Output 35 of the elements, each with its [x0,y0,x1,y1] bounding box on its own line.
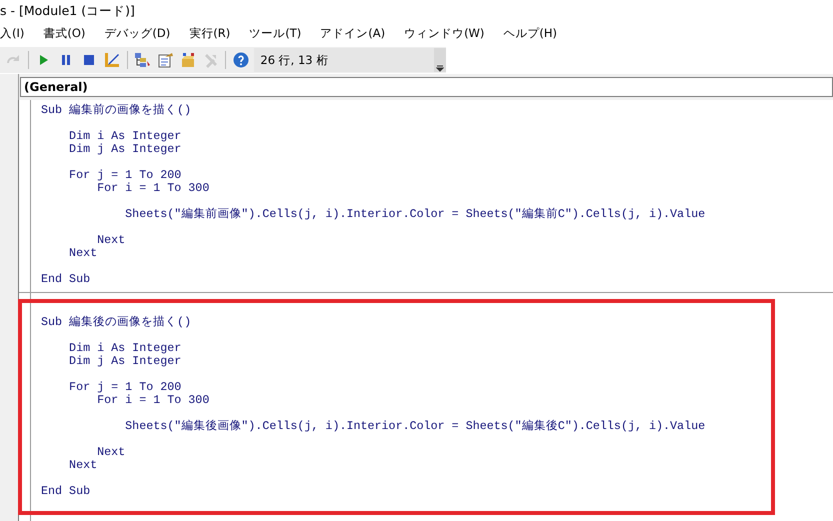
menu-item[interactable]: アドイン(A) [320,25,394,43]
help-icon[interactable] [232,52,249,68]
menu-item[interactable]: ツール(T) [249,25,310,43]
window-title: s - [Module1 (コード)] [0,2,136,20]
menu-item[interactable]: 実行(R) [189,25,240,43]
project-tree-icon[interactable] [134,52,150,68]
code-line: Sheets("編集前画像").Cells(j, i).Interior.Color = Sheets("編集前C").Cells(j, i).Value [124,208,706,221]
code-line: End Sub [41,273,90,286]
cursor-position: 26 行, 13 桁 [254,48,434,72]
toolbar-options-handle[interactable] [434,48,446,72]
code-line: For i = 1 To 300 [96,394,210,407]
object-box-icon[interactable] [180,52,196,68]
properties-sheet-icon[interactable] [157,52,174,68]
menu-item[interactable]: ウィンドウ(W) [404,25,494,43]
code-line: Next [96,446,126,459]
code-line: Next [68,247,98,260]
code-line: Sub 編集後の画像を描く() [41,316,192,329]
object-dropdown[interactable]: (General) [20,77,833,97]
code-line: Dim i As Integer [68,342,182,355]
code-line: Dim i As Integer [68,130,182,143]
code-line: For i = 1 To 300 [96,182,210,195]
code-line: Dim j As Integer [68,355,182,368]
menu-item[interactable]: デバッグ(D) [104,25,180,43]
code-line: Sub 編集前の画像を描く() [41,104,192,117]
menu-item[interactable]: 書式(O) [43,25,94,43]
code-line: Next [96,234,126,247]
code-line: End Sub [41,485,90,498]
menu-item[interactable]: ヘルプ(H) [503,25,566,43]
code-line: For j = 1 To 200 [68,169,182,182]
code-line: Next [68,459,98,472]
ruler-pencil-icon[interactable] [104,52,120,68]
code-line: For j = 1 To 200 [68,381,182,394]
menu-item[interactable]: 入(I) [0,25,34,43]
code-line: Dim j As Integer [68,143,182,156]
code-line: Sheets("編集後画像").Cells(j, i).Interior.Color = Sheets("編集後C").Cells(j, i).Value [124,420,706,433]
